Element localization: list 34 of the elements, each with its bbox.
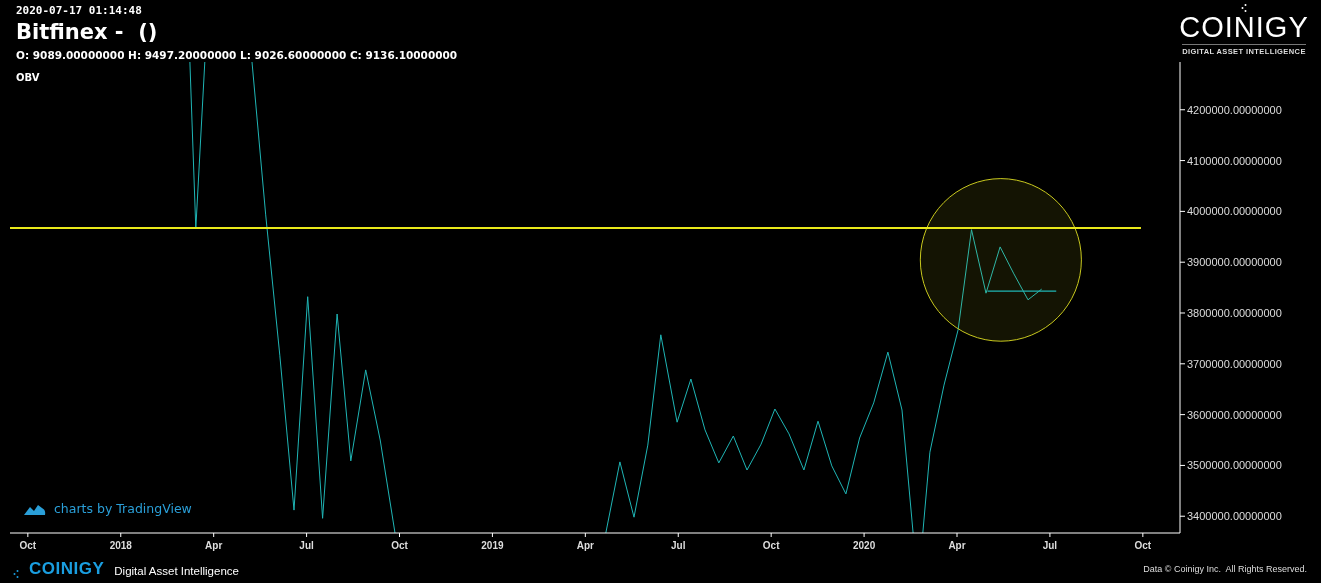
axis-label: 3800000.00000000: [1187, 307, 1282, 319]
axis-label: Oct: [1134, 540, 1152, 551]
axis-label: 2020: [852, 540, 876, 551]
brand-tagline: Digital Asset Intelligence: [114, 564, 239, 578]
axis-label: 3900000.00000000: [1187, 256, 1282, 269]
axis-label: 3500000.00000000: [1187, 459, 1282, 472]
copyright-text: Data © Coinigy Inc. All Rights Reserved.: [1143, 564, 1307, 574]
axis-label: Jul: [671, 540, 686, 551]
chart-title: Bitfinex - (): [16, 19, 159, 46]
axis-label: 4100000.00000000: [1187, 154, 1282, 167]
brand-wordmark: COINIGY: [29, 560, 105, 578]
nodes-icon: [13, 570, 19, 578]
axis-label: 3600000.00000000: [1187, 408, 1282, 421]
axis-label: 2018: [109, 540, 132, 551]
indicator-label: OBV: [16, 72, 40, 83]
axis-label: Jul: [299, 540, 314, 551]
axis-label: 4000000.00000000: [1187, 205, 1282, 218]
ohlc-values: O: 9089.00000000 H: 9497.20000000 L: 9026.60000000 C: 9136.10000000: [16, 48, 458, 62]
axis-label: Oct: [391, 540, 408, 551]
axis-label: 3700000.00000000: [1187, 357, 1282, 370]
axis-label: Apr: [205, 540, 223, 551]
axis-label: Apr: [948, 540, 966, 551]
logo-wordmark: COINIGY: [1179, 12, 1309, 42]
axis-label: Oct: [762, 540, 780, 551]
nodes-icon: [1241, 4, 1247, 12]
axis-label: 3400000.00000000: [1187, 510, 1282, 523]
axis-label: Apr: [576, 540, 594, 551]
axis-label: 4200000.00000000: [1187, 103, 1282, 116]
attribution-link[interactable]: charts by TradingView: [54, 501, 192, 516]
axis-label: Oct: [19, 540, 37, 551]
timestamp: 2020-07-17 01:14:48: [16, 4, 143, 18]
axis-label: 2019: [481, 540, 504, 551]
cloud-icon: [24, 502, 46, 515]
axis-label: Jul: [1042, 540, 1058, 551]
